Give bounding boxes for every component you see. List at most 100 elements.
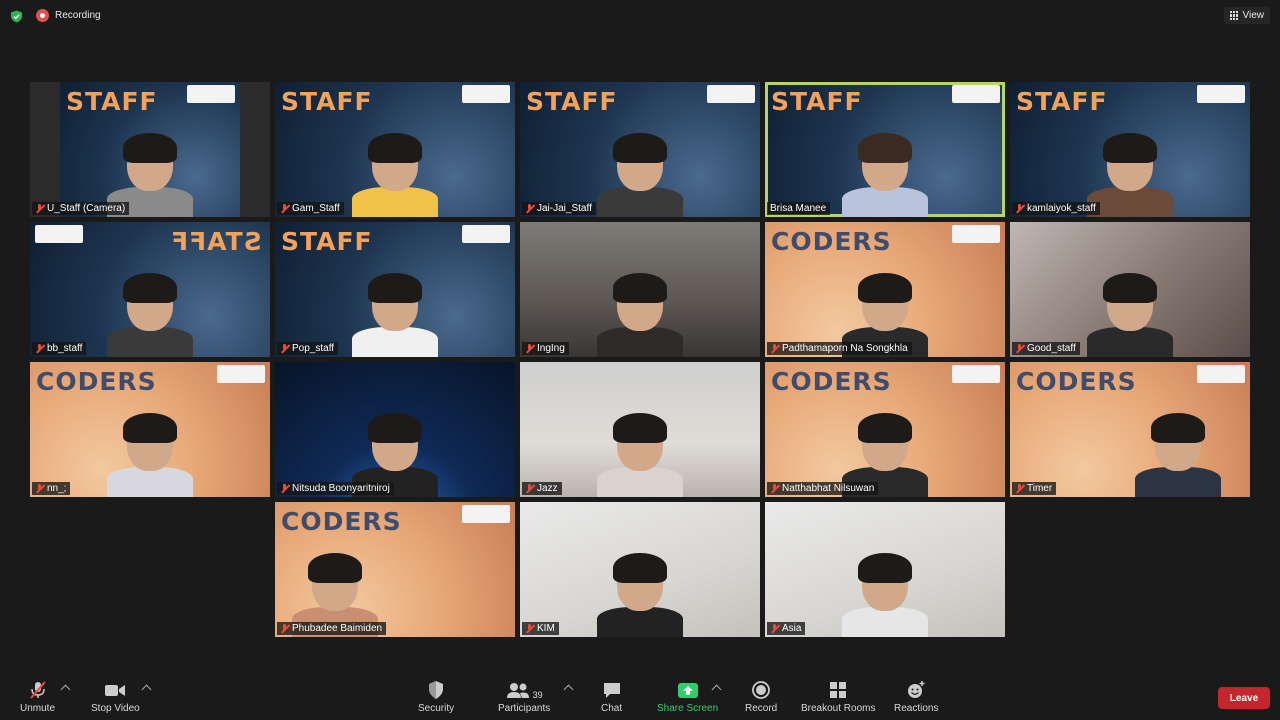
video-tile[interactable]: CODERS Phubadee Baimiden — [275, 502, 515, 637]
participant-video — [1135, 413, 1221, 497]
participant-name: KIM — [537, 623, 555, 634]
video-tile[interactable]: Asia — [765, 502, 1005, 637]
video-tile[interactable]: STAFF Pop_staff — [275, 222, 515, 357]
stop-video-label: Stop Video — [91, 703, 140, 714]
breakout-rooms-icon — [828, 680, 848, 700]
mic-muted-icon — [525, 203, 534, 214]
video-tile[interactable]: KIM — [520, 502, 760, 637]
view-button[interactable]: View — [1223, 7, 1270, 24]
participants-label: Participants — [498, 703, 551, 714]
name-tag: nn_; — [32, 482, 71, 495]
shield-icon[interactable] — [10, 10, 23, 23]
video-tile[interactable]: CODERS Padthamaporn Na Songkhla — [765, 222, 1005, 357]
video-tile[interactable]: CODERS Natthabhat Nilsuwan — [765, 362, 1005, 497]
participants-button[interactable]: 39 Participants — [498, 680, 550, 714]
staff-banner: STAFF — [526, 87, 618, 116]
participant-video — [842, 133, 928, 217]
mic-muted-icon — [280, 203, 289, 214]
breakout-rooms-label: Breakout Rooms — [801, 703, 876, 714]
logo — [1197, 85, 1245, 103]
share-screen-icon — [677, 680, 699, 700]
breakout-rooms-button[interactable]: Breakout Rooms — [801, 680, 875, 714]
participant-name: Good_staff — [1027, 343, 1076, 354]
name-tag: Pop_staff — [277, 342, 339, 355]
video-tile[interactable]: Nitsuda Boonyaritniroj — [275, 362, 515, 497]
unmute-button[interactable]: Unmute — [20, 680, 55, 714]
record-icon — [751, 680, 771, 700]
video-tile[interactable]: STAFF U_Staff (Camera) — [30, 82, 270, 217]
video-tile[interactable]: IngIng — [520, 222, 760, 357]
participant-video — [597, 553, 683, 637]
meeting-toolbar: Unmute Stop Video Security 39 Participan… — [0, 672, 1280, 720]
mic-muted-icon — [770, 623, 779, 634]
logo — [462, 225, 510, 243]
name-tag: Natthabhat Nilsuwan — [767, 482, 879, 495]
participant-name: Phubadee Baimiden — [292, 623, 383, 634]
unmute-label: Unmute — [20, 703, 56, 714]
mic-muted-icon — [770, 483, 779, 494]
staff-banner: STAFF — [66, 87, 158, 116]
share-screen-label: Share Screen — [657, 703, 719, 714]
logo — [35, 225, 83, 243]
audio-options-caret-icon[interactable] — [60, 684, 71, 695]
mic-muted-icon — [35, 483, 44, 494]
logo — [952, 85, 1000, 103]
reactions-label: Reactions — [894, 703, 939, 714]
coders-banner: CODERS — [771, 227, 892, 256]
stop-video-button[interactable]: Stop Video — [91, 680, 140, 714]
participant-video — [352, 273, 438, 357]
participant-video — [597, 133, 683, 217]
participant-name: U_Staff (Camera) — [47, 203, 126, 214]
video-tile[interactable]: STAFF bb_staff — [30, 222, 270, 357]
logo — [952, 365, 1000, 383]
participant-name: Brisa Manee — [770, 203, 827, 214]
coders-banner: CODERS — [771, 367, 892, 396]
record-button[interactable]: Record — [745, 680, 777, 714]
participant-video — [842, 553, 928, 637]
name-tag: Jazz — [522, 482, 562, 495]
leave-button[interactable]: Leave — [1218, 687, 1270, 709]
share-screen-button[interactable]: Share Screen — [657, 680, 718, 714]
security-button[interactable]: Security — [418, 680, 454, 714]
name-tag: U_Staff (Camera) — [32, 202, 130, 215]
participant-name: Gam_Staff — [292, 203, 340, 214]
name-tag: IngIng — [522, 342, 569, 355]
chat-button[interactable]: Chat — [601, 680, 622, 714]
coders-banner: CODERS — [1016, 367, 1137, 396]
video-tile[interactable]: STAFF Gam_Staff — [275, 82, 515, 217]
video-tile[interactable]: STAFF Jai-Jai_Staff — [520, 82, 760, 217]
staff-banner: STAFF — [281, 87, 373, 116]
video-tile-active-speaker[interactable]: STAFF Brisa Manee — [765, 82, 1005, 217]
name-tag: Phubadee Baimiden — [277, 622, 387, 635]
mic-muted-icon — [1015, 203, 1024, 214]
participant-video — [597, 413, 683, 497]
video-tile[interactable]: Good_staff — [1010, 222, 1250, 357]
name-tag: Brisa Manee — [767, 202, 831, 215]
participants-options-caret-icon[interactable] — [563, 684, 574, 695]
name-tag: bb_staff — [32, 342, 87, 355]
participant-name: Jazz — [537, 483, 558, 494]
staff-banner: STAFF — [771, 87, 863, 116]
video-tile[interactable]: STAFF kamlaiyok_staff — [1010, 82, 1250, 217]
video-options-caret-icon[interactable] — [141, 684, 152, 695]
chat-label: Chat — [601, 703, 623, 714]
mic-muted-icon — [280, 483, 289, 494]
name-tag: Padthamaporn Na Songkhla — [767, 342, 912, 355]
record-label: Record — [745, 703, 778, 714]
video-tile[interactable]: CODERS Timer — [1010, 362, 1250, 497]
coders-banner: CODERS — [36, 367, 157, 396]
name-tag: Timer — [1012, 482, 1057, 495]
participant-name: Nitsuda Boonyaritniroj — [292, 483, 390, 494]
reactions-button[interactable]: Reactions — [894, 680, 938, 714]
participant-video — [597, 273, 683, 357]
name-tag: Nitsuda Boonyaritniroj — [277, 482, 394, 495]
name-tag: Asia — [767, 622, 806, 635]
staff-banner: STAFF — [1016, 87, 1108, 116]
gallery-view: STAFF U_Staff (Camera) STAFF Gam_Staff S… — [30, 82, 1251, 638]
recording-indicator[interactable]: Recording — [36, 9, 101, 22]
video-tile[interactable]: CODERS nn_; — [30, 362, 270, 497]
participant-name: Jai-Jai_Staff — [537, 203, 592, 214]
name-tag: Good_staff — [1012, 342, 1080, 355]
video-tile[interactable]: Jazz — [520, 362, 760, 497]
logo — [217, 365, 265, 383]
